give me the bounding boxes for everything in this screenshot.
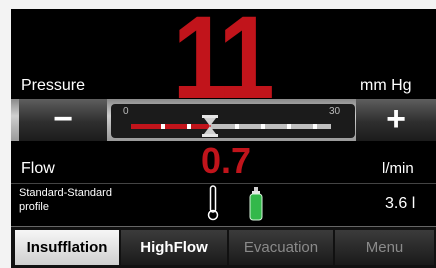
tab-bar: Insufflation HighFlow Evacuation Menu bbox=[11, 227, 436, 268]
tab-menu[interactable]: Menu bbox=[335, 230, 434, 265]
pressure-slider[interactable] bbox=[111, 104, 355, 138]
divider bbox=[11, 183, 436, 184]
hourglass-icon[interactable] bbox=[200, 115, 220, 137]
decrease-pressure-button[interactable]: − bbox=[19, 99, 107, 141]
slider-tick bbox=[187, 124, 191, 129]
profile-line2: profile bbox=[19, 201, 49, 213]
flow-value: 0.7 bbox=[201, 140, 252, 181]
slider-min-label: 0 bbox=[123, 106, 129, 117]
tab-insufflation[interactable]: Insufflation bbox=[15, 230, 119, 265]
slider-fill bbox=[131, 124, 211, 129]
pressure-label: Pressure bbox=[21, 77, 86, 94]
gas-cylinder-icon bbox=[249, 187, 263, 221]
flow-label: Flow bbox=[21, 160, 55, 177]
thermometer-icon bbox=[207, 185, 219, 221]
increase-pressure-button[interactable]: + bbox=[356, 99, 436, 141]
profile-line1: Standard-Standard bbox=[19, 187, 112, 199]
slider-max-label: 30 bbox=[329, 106, 341, 117]
slider-tick bbox=[287, 124, 291, 129]
pressure-unit: mm Hg bbox=[360, 77, 412, 94]
profile-name[interactable]: Standard-Standard profile bbox=[19, 186, 112, 214]
slider-tick bbox=[261, 124, 265, 129]
slider-tick bbox=[313, 124, 317, 129]
flow-unit: l/min bbox=[382, 160, 414, 177]
insufflator-screen: 11 Pressure mm Hg − + 0 30 Flow 0.7 l/mi… bbox=[11, 9, 436, 268]
slider-tick bbox=[235, 124, 239, 129]
tab-highflow[interactable]: HighFlow bbox=[121, 230, 227, 265]
gas-volume: 3.6 l bbox=[385, 195, 416, 212]
tab-evacuation[interactable]: Evacuation bbox=[229, 230, 333, 265]
slider-tick bbox=[161, 124, 165, 129]
